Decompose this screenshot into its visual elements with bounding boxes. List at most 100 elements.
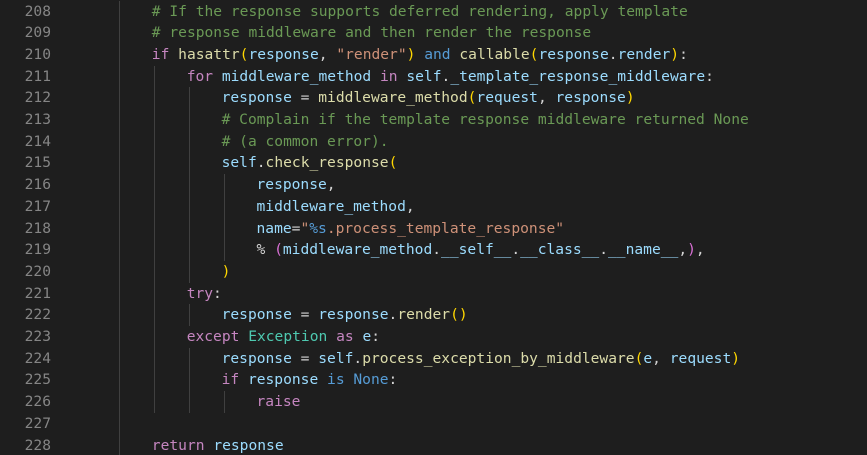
code-token: "	[300, 219, 310, 237]
code-line[interactable]: # (a common error).	[222, 131, 389, 153]
line-number: 216	[24, 176, 51, 194]
line-number: 222	[24, 306, 51, 324]
code-line[interactable]: )	[222, 261, 231, 283]
indent-guide	[188, 87, 190, 283]
code-token: raise	[256, 393, 301, 411]
code-token: render	[397, 306, 451, 324]
code-token: %	[256, 241, 275, 259]
line-number: 224	[24, 349, 51, 367]
code-token: render	[617, 45, 671, 63]
code-token: )	[625, 89, 635, 107]
code-token: check_response	[265, 154, 389, 172]
code-line[interactable]: self.check_response(	[222, 152, 398, 174]
code-line[interactable]: response = response.render()	[222, 304, 468, 326]
code-token: response	[213, 436, 284, 454]
code-token: middleware_method	[221, 67, 380, 85]
code-token: response	[221, 306, 301, 324]
code-area[interactable]: # If the response supports deferred rend…	[82, 0, 867, 455]
code-token: .	[353, 349, 363, 367]
code-line[interactable]: except Exception as e:	[187, 326, 380, 348]
code-token: ,	[537, 89, 556, 107]
code-token: process_exception_by_middleware	[362, 349, 635, 367]
code-token: middleware_method	[282, 241, 433, 259]
line-number: 228	[24, 436, 51, 454]
code-token: (	[274, 241, 283, 259]
line-number-gutter: 208 209 210 211 212 213 214 215 216 217 218 219 220 2…	[0, 0, 62, 455]
code-token: is	[327, 371, 354, 389]
code-token: .	[511, 241, 521, 259]
code-line[interactable]: for middleware_method in self._template_…	[187, 66, 714, 88]
code-token: in	[380, 67, 407, 85]
code-token: __class__	[520, 241, 600, 259]
code-token: response	[538, 45, 609, 63]
code-line[interactable]: try:	[187, 283, 222, 305]
code-token: response	[318, 306, 389, 324]
code-token: )	[731, 349, 741, 367]
line-number: 210	[24, 45, 51, 63]
code-token: )	[221, 262, 231, 280]
code-token: callable	[459, 45, 530, 63]
line-number: 219	[24, 241, 51, 259]
code-token: request	[669, 349, 732, 367]
code-token: return	[151, 436, 214, 454]
code-editor[interactable]: 208 209 210 211 212 213 214 215 216 217 218 219 220 2…	[0, 0, 867, 455]
code-token: if	[151, 45, 179, 63]
code-token: :	[679, 45, 688, 63]
code-line[interactable]: return response	[152, 435, 284, 455]
code-line[interactable]: response,	[257, 174, 336, 196]
indent-guide	[153, 65, 155, 413]
code-token: %s	[309, 219, 327, 237]
line-number: 208	[24, 2, 51, 20]
code-token: )	[406, 45, 425, 63]
code-token: middleware_method	[318, 89, 468, 107]
code-token: try	[186, 284, 214, 302]
indent-guide	[188, 304, 190, 326]
line-number: 212	[24, 89, 51, 107]
code-token: .	[608, 45, 618, 63]
line-number: 226	[24, 393, 51, 411]
code-line[interactable]: response = middleware_method(request, re…	[222, 87, 635, 109]
code-token: ()	[450, 306, 468, 324]
line-number: 217	[24, 197, 51, 215]
code-token: ,	[326, 176, 336, 194]
code-line[interactable]: response = self.process_exception_by_mid…	[222, 348, 740, 370]
code-token: .	[599, 241, 609, 259]
indent-guide	[118, 0, 120, 455]
code-token: :	[371, 328, 381, 345]
line-number: 227	[24, 414, 51, 432]
code-token: name	[256, 219, 292, 237]
code-line[interactable]: raise	[257, 391, 301, 413]
line-number: 209	[24, 24, 51, 42]
code-token: :	[213, 284, 222, 302]
code-token: and	[424, 45, 460, 63]
code-line[interactable]: middleware_method,	[257, 196, 415, 218]
code-token: self	[406, 67, 442, 85]
code-token: (	[388, 154, 398, 172]
code-line[interactable]: name="%s.process_template_response"	[257, 218, 565, 240]
line-number: 218	[24, 219, 51, 237]
code-token: response	[221, 349, 301, 367]
line-number: 221	[24, 284, 51, 302]
code-token: .	[441, 67, 451, 85]
code-line[interactable]: # Complain if the template response midd…	[222, 109, 749, 131]
code-token: # Complain if the template response midd…	[221, 111, 749, 128]
code-line[interactable]: if hasattr(response, "render") and calla…	[152, 44, 688, 66]
line-number: 214	[24, 132, 51, 150]
code-token: )	[670, 45, 680, 63]
code-line[interactable]: # If the response supports deferred rend…	[152, 1, 688, 23]
code-token: as	[336, 328, 363, 345]
code-line[interactable]: # response middleware and then render th…	[152, 22, 591, 44]
code-token: =	[300, 349, 319, 367]
line-number: 223	[24, 328, 51, 345]
code-token: if	[221, 371, 248, 389]
code-token: ,	[318, 45, 337, 63]
line-number: 215	[24, 154, 51, 172]
code-token: ,	[678, 241, 688, 259]
code-token: ,	[695, 241, 705, 259]
code-token: # (a common error).	[221, 132, 389, 150]
code-line[interactable]: % (middleware_method.__self__.__class__.…	[257, 239, 705, 261]
code-line[interactable]: if response is None:	[222, 369, 398, 391]
code-token: __name__	[608, 241, 679, 259]
code-token: response	[256, 176, 327, 194]
code-token: e	[643, 349, 653, 367]
